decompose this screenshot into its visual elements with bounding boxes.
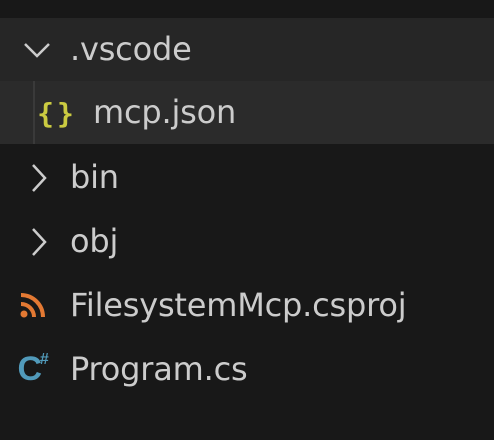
tree-item-label: .. bbox=[70, 0, 90, 18]
folder-label: obj bbox=[70, 222, 119, 260]
tree-item-vscode-folder[interactable]: .vscode bbox=[0, 18, 494, 81]
folder-label: bin bbox=[70, 158, 119, 196]
file-label: mcp.json bbox=[93, 93, 237, 131]
csharp-icon: C # bbox=[17, 350, 49, 388]
chevron-right-icon[interactable] bbox=[25, 227, 51, 257]
chevron-down-icon[interactable] bbox=[22, 35, 52, 65]
tree-item-program-cs[interactable]: C # Program.cs bbox=[0, 338, 494, 401]
tree-item-obj-folder[interactable]: obj bbox=[0, 210, 494, 273]
chevron-right-icon[interactable] bbox=[25, 163, 51, 193]
folder-label: .vscode bbox=[70, 30, 192, 68]
file-explorer: .. .vscode {} mcp.json bin obj bbox=[0, 0, 494, 440]
tree-item-mcp-json[interactable]: {} mcp.json bbox=[0, 81, 494, 144]
file-label: FilesystemMcp.csproj bbox=[70, 286, 407, 324]
json-icon: {} bbox=[37, 96, 77, 130]
tree-item-partial[interactable]: .. bbox=[0, 0, 494, 18]
tree-item-bin-folder[interactable]: bin bbox=[0, 146, 494, 209]
file-label: Program.cs bbox=[70, 350, 248, 388]
tree-item-csproj[interactable]: FilesystemMcp.csproj bbox=[0, 274, 494, 337]
indent-guide bbox=[33, 81, 35, 144]
rss-icon bbox=[20, 292, 46, 318]
